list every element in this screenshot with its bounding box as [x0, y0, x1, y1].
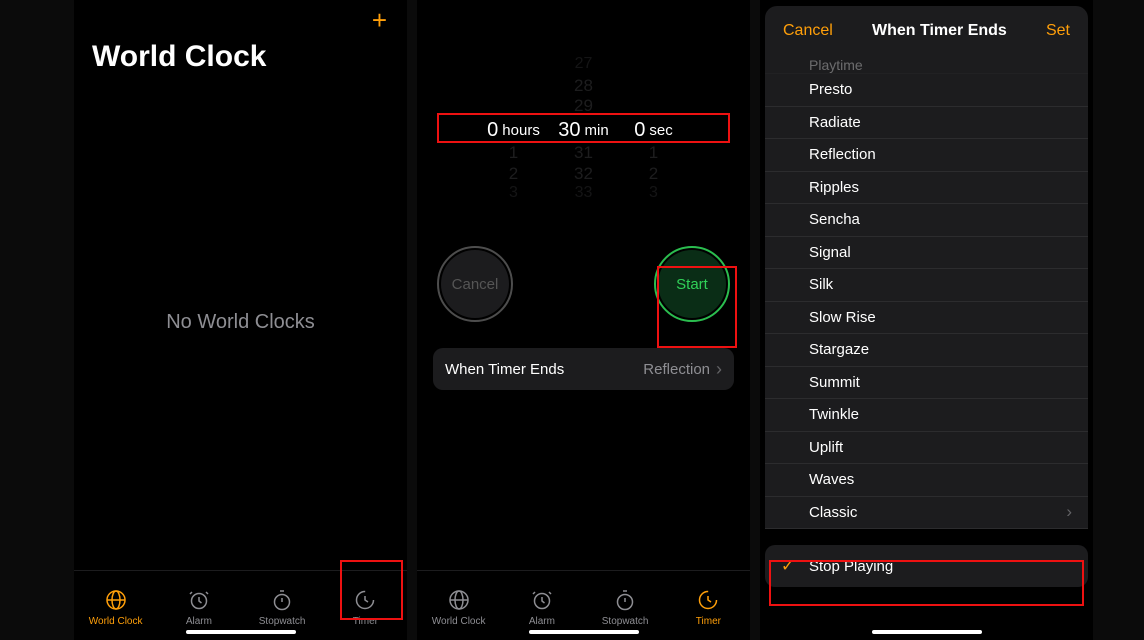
tab-timer[interactable]: Timer — [335, 588, 395, 627]
cancel-label: Cancel — [452, 276, 499, 293]
start-button[interactable]: Start — [658, 250, 726, 318]
tab-label: Stopwatch — [259, 616, 306, 627]
home-indicator[interactable] — [529, 630, 639, 634]
list-item[interactable]: Stargaze — [765, 334, 1088, 367]
picker-option: 3 — [649, 184, 658, 205]
timer-icon — [696, 588, 720, 612]
stopwatch-icon — [270, 588, 294, 612]
stopwatch-icon — [613, 588, 637, 612]
time-picker[interactable]: 0hours 1 2 3 27 28 29 30min 31 32 33 0se… — [417, 55, 750, 205]
hours-column[interactable]: 0hours 1 2 3 — [479, 55, 549, 205]
start-label: Start — [676, 276, 708, 293]
classic-label: Classic — [809, 504, 857, 521]
picker-option: 1 — [649, 143, 658, 164]
home-indicator[interactable] — [186, 630, 296, 634]
tab-bar: World Clock Alarm Stopwatch Timer — [417, 570, 750, 640]
tab-bar: World Clock Alarm Stopwatch Timer — [74, 570, 407, 640]
list-item[interactable]: Summit — [765, 367, 1088, 400]
background-strip — [0, 0, 74, 640]
tab-alarm[interactable]: Alarm — [169, 588, 229, 627]
list-item[interactable]: Playtime — [765, 56, 1088, 74]
when-label: When Timer Ends — [445, 361, 564, 378]
add-icon[interactable]: + — [372, 14, 387, 30]
list-item[interactable]: Radiate — [765, 107, 1088, 140]
hours-unit: hours — [502, 122, 540, 139]
seconds-column[interactable]: 0sec 1 2 3 — [619, 55, 689, 205]
globe-icon — [447, 588, 471, 612]
list-item[interactable]: Waves — [765, 464, 1088, 497]
stop-playing-row[interactable]: ✓ Stop Playing — [765, 545, 1088, 587]
stop-playing-label: Stop Playing — [809, 558, 893, 575]
list-item[interactable]: Silk — [765, 269, 1088, 302]
hours-value: 0 — [487, 119, 498, 142]
picker-option: 31 — [574, 143, 593, 164]
picker-option: 3 — [509, 184, 518, 205]
tab-label: Alarm — [186, 616, 212, 627]
check-icon: ✓ — [781, 556, 794, 576]
tab-world-clock[interactable]: World Clock — [86, 588, 146, 627]
list-item[interactable]: Sencha — [765, 204, 1088, 237]
chevron-right-icon: › — [1066, 502, 1072, 522]
globe-icon — [104, 588, 128, 612]
gap — [407, 0, 417, 640]
picker-option: 2 — [509, 164, 518, 185]
home-indicator[interactable] — [872, 630, 982, 634]
background-strip — [1093, 0, 1144, 640]
tab-label: World Clock — [432, 616, 486, 627]
tab-world-clock[interactable]: World Clock — [429, 588, 489, 627]
timer-icon — [353, 588, 377, 612]
minutes-column[interactable]: 27 28 29 30 min 31 32 33 — [549, 55, 619, 205]
when-value: Reflection — [643, 361, 710, 378]
sound-list[interactable]: Playtime Presto Radiate Reflection Rippl… — [765, 56, 1088, 529]
cancel-button[interactable]: Cancel — [783, 22, 833, 40]
list-item-classic[interactable]: Classic › — [765, 497, 1088, 530]
cancel-button[interactable]: Cancel — [441, 250, 509, 318]
empty-state-text: No World Clocks — [74, 74, 407, 570]
tab-label: Timer — [353, 616, 378, 627]
world-clock-screen: + World Clock No World Clocks World Cloc… — [74, 0, 407, 640]
tab-timer[interactable]: Timer — [678, 588, 738, 627]
gap — [750, 0, 760, 640]
timer-screen: 0hours 1 2 3 27 28 29 30min 31 32 33 0se… — [417, 0, 750, 640]
alarm-icon — [530, 588, 554, 612]
tab-stopwatch[interactable]: Stopwatch — [252, 588, 312, 627]
seconds-value: 0 — [634, 119, 645, 142]
list-item[interactable]: Signal — [765, 237, 1088, 270]
list-item[interactable]: Ripples — [765, 172, 1088, 205]
list-item[interactable]: Slow Rise — [765, 302, 1088, 335]
tab-label: Timer — [696, 616, 721, 627]
minutes-value: 30 — [558, 119, 580, 142]
alarm-icon — [187, 588, 211, 612]
page-title: World Clock — [74, 30, 407, 74]
when-timer-ends-modal: Cancel When Timer Ends Set Playtime Pres… — [760, 0, 1093, 640]
list-item[interactable]: Presto — [765, 74, 1088, 107]
picker-option: 29 — [574, 96, 593, 117]
minutes-unit: min — [585, 122, 609, 139]
when-timer-ends-row[interactable]: When Timer Ends Reflection › — [433, 348, 734, 390]
picker-option: 32 — [574, 164, 593, 185]
tab-alarm[interactable]: Alarm — [512, 588, 572, 627]
list-item[interactable]: Reflection — [765, 139, 1088, 172]
tab-label: Alarm — [529, 616, 555, 627]
tab-label: World Clock — [89, 616, 143, 627]
chevron-right-icon: › — [716, 359, 722, 380]
picker-option: 28 — [574, 76, 593, 97]
list-item[interactable]: Uplift — [765, 432, 1088, 465]
set-button[interactable]: Set — [1046, 22, 1070, 40]
tab-stopwatch[interactable]: Stopwatch — [595, 588, 655, 627]
tab-label: Stopwatch — [602, 616, 649, 627]
picker-option: 2 — [649, 164, 658, 185]
picker-option: 1 — [509, 143, 518, 164]
seconds-unit: sec — [649, 122, 672, 139]
picker-option: 33 — [575, 184, 593, 205]
modal-header: Cancel When Timer Ends Set — [765, 6, 1088, 56]
list-item[interactable]: Twinkle — [765, 399, 1088, 432]
modal-title: When Timer Ends — [872, 22, 1007, 40]
picker-option: 27 — [575, 55, 593, 76]
